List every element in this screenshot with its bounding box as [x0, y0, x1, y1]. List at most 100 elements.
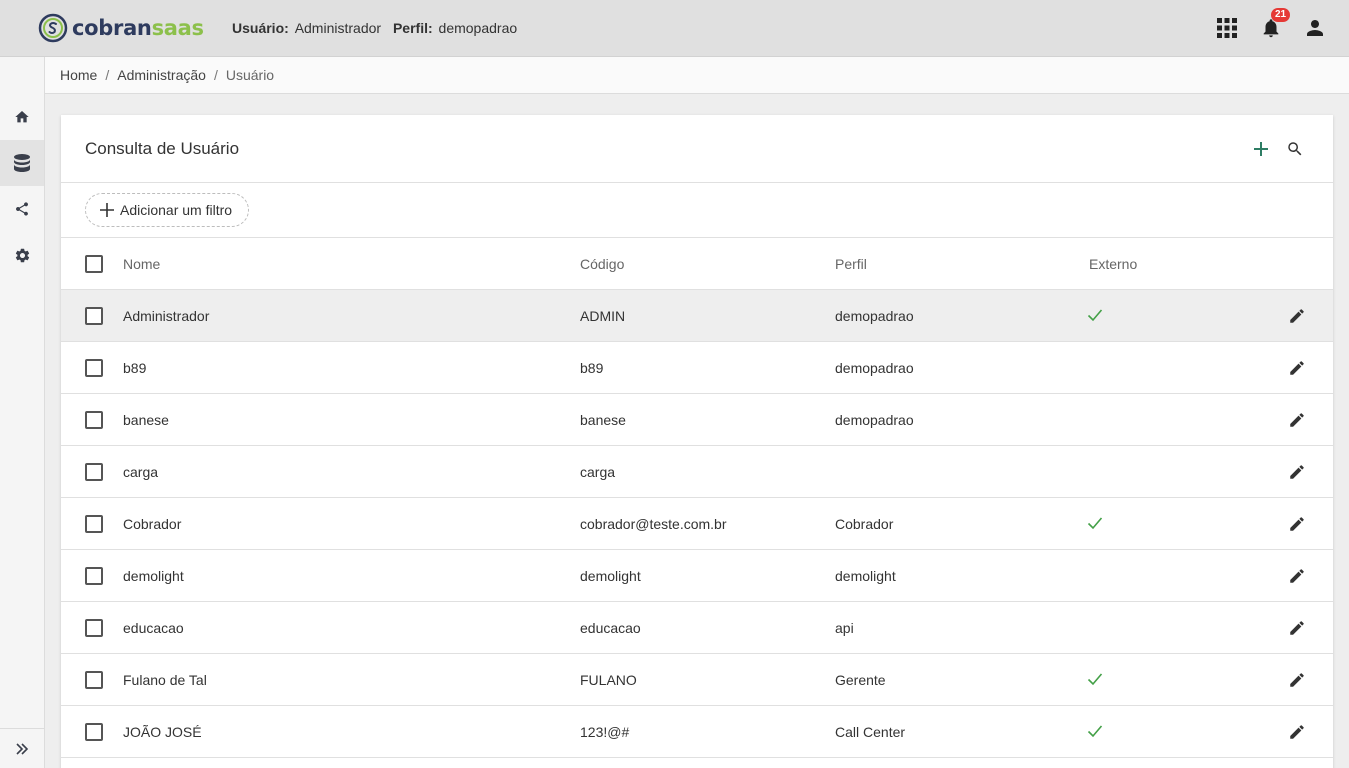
top-bar: cobransaas Usuário: Administrador Perfil…: [0, 0, 1349, 57]
row-checkbox[interactable]: [85, 358, 103, 377]
breadcrumb: Home / Administração / Usuário: [45, 57, 1349, 94]
account-button[interactable]: [1303, 14, 1327, 42]
user-info: Usuário: Administrador Perfil: demopadra…: [232, 20, 525, 36]
pencil-icon[interactable]: [1288, 411, 1306, 429]
add-filter-label: Adicionar um filtro: [120, 202, 233, 218]
table-row[interactable]: b89 b89 demopadrao: [61, 342, 1333, 394]
pencil-icon[interactable]: [1288, 619, 1306, 637]
select-all-checkbox[interactable]: [85, 254, 103, 273]
cell-codigo: carga: [580, 463, 616, 480]
pencil-icon[interactable]: [1288, 515, 1306, 533]
sidebar-items: [0, 94, 44, 278]
row-checkbox[interactable]: [85, 514, 103, 533]
add-user-button[interactable]: [1251, 139, 1271, 159]
home-icon: [15, 111, 29, 123]
sidebar-item-settings[interactable]: [0, 232, 44, 278]
cell-nome: Administrador: [123, 307, 210, 324]
card-header: Consulta de Usuário: [61, 115, 1333, 183]
table-row[interactable]: Fulano de Tal FULANO Gerente: [61, 654, 1333, 706]
cell-nome: Cobrador: [123, 515, 182, 532]
table-row[interactable]: carga carga: [61, 446, 1333, 498]
table-header-row: Nome Código Perfil Externo: [61, 238, 1333, 290]
top-icons: 21: [1215, 8, 1327, 42]
cell-perfil: demolight: [835, 567, 896, 584]
cell-nome: banese: [123, 411, 169, 428]
row-checkbox[interactable]: [85, 670, 103, 689]
pencil-icon[interactable]: [1288, 307, 1306, 325]
pencil-icon[interactable]: [1288, 567, 1306, 585]
cell-codigo: FULANO: [580, 671, 637, 688]
apps-button[interactable]: [1215, 14, 1239, 42]
double-chevron-right-icon: [16, 742, 29, 755]
cell-codigo: cobrador@teste.com.br: [580, 515, 727, 532]
add-filter-button[interactable]: Adicionar um filtro: [85, 193, 250, 227]
pencil-icon[interactable]: [1288, 463, 1306, 481]
table-row[interactable]: demolight demolight demolight: [61, 550, 1333, 602]
check-icon: [1087, 725, 1103, 738]
row-checkbox[interactable]: [85, 410, 103, 429]
row-checkbox[interactable]: [85, 306, 103, 325]
breadcrumb-home[interactable]: Home: [60, 67, 97, 83]
plus-icon: [1254, 142, 1268, 156]
user-label: Usuário:: [232, 20, 289, 36]
user-value: Administrador: [294, 20, 382, 36]
cell-nome: b89: [123, 359, 147, 376]
column-header-perfil[interactable]: Perfil: [835, 256, 867, 272]
logo-text: cobransaas: [72, 16, 204, 40]
check-icon: [1087, 309, 1103, 322]
row-checkbox[interactable]: [85, 722, 103, 741]
pencil-icon[interactable]: [1288, 723, 1306, 741]
table-row[interactable]: Administrador ADMIN demopadrao: [61, 290, 1333, 342]
cell-perfil: api: [835, 619, 854, 636]
table-body: Administrador ADMIN demopadrao b89 b89 demopa…: [61, 290, 1333, 758]
check-icon: [1087, 673, 1103, 686]
cell-codigo: b89: [580, 359, 604, 376]
row-checkbox[interactable]: [85, 618, 103, 637]
sidebar-expand-button[interactable]: [0, 728, 44, 768]
grid-icon: [1217, 18, 1237, 38]
table-row[interactable]: educacao educacao api: [61, 602, 1333, 654]
users-table: Nome Código Perfil Externo Administrador…: [61, 238, 1333, 758]
column-header-externo[interactable]: Externo: [1089, 256, 1137, 272]
cell-nome: demolight: [123, 567, 184, 584]
cell-perfil: Cobrador: [835, 515, 894, 532]
sidebar-item-home[interactable]: [0, 94, 44, 140]
profile-value: demopadrao: [438, 20, 518, 36]
row-checkbox[interactable]: [85, 566, 103, 585]
cell-nome: educacao: [123, 619, 184, 636]
breadcrumb-separator: /: [105, 67, 110, 83]
search-button[interactable]: [1285, 139, 1305, 159]
table-row[interactable]: JOÃO JOSÉ 123!@# Call Center: [61, 706, 1333, 758]
cell-codigo: banese: [580, 411, 626, 428]
cell-codigo: educacao: [580, 619, 641, 636]
breadcrumb-current: Usuário: [225, 67, 275, 83]
cell-perfil: demopadrao: [835, 411, 914, 428]
sidebar-item-database[interactable]: [0, 140, 44, 186]
search-icon: [1288, 142, 1302, 156]
row-checkbox[interactable]: [85, 462, 103, 481]
sidebar: [0, 57, 45, 768]
card-actions: [1251, 139, 1305, 159]
breadcrumb-admin[interactable]: Administração: [117, 67, 206, 83]
cell-nome: JOÃO JOSÉ: [123, 723, 202, 740]
cell-codigo: ADMIN: [580, 307, 626, 324]
logo-mark-icon: [38, 13, 68, 43]
cell-perfil: Gerente: [835, 671, 886, 688]
user-query-card: Consulta de Usuário Adicionar um filtro …: [61, 115, 1333, 768]
column-header-codigo[interactable]: Código: [580, 256, 624, 272]
table-row[interactable]: Cobrador cobrador@teste.com.br Cobrador: [61, 498, 1333, 550]
plus-icon: [100, 203, 114, 217]
pencil-icon[interactable]: [1288, 359, 1306, 377]
table-row[interactable]: banese banese demopadrao: [61, 394, 1333, 446]
notification-badge: 21: [1271, 8, 1291, 22]
logo[interactable]: cobransaas: [38, 11, 204, 45]
notifications-button[interactable]: 21: [1259, 8, 1291, 42]
breadcrumb-separator: /: [213, 67, 218, 83]
filter-bar: Adicionar um filtro: [61, 183, 1333, 238]
check-icon: [1087, 517, 1103, 530]
sidebar-item-share[interactable]: [0, 186, 44, 232]
person-icon: [1307, 20, 1323, 36]
column-header-nome[interactable]: Nome: [123, 256, 160, 272]
cell-perfil: demopadrao: [835, 307, 914, 324]
pencil-icon[interactable]: [1288, 671, 1306, 689]
